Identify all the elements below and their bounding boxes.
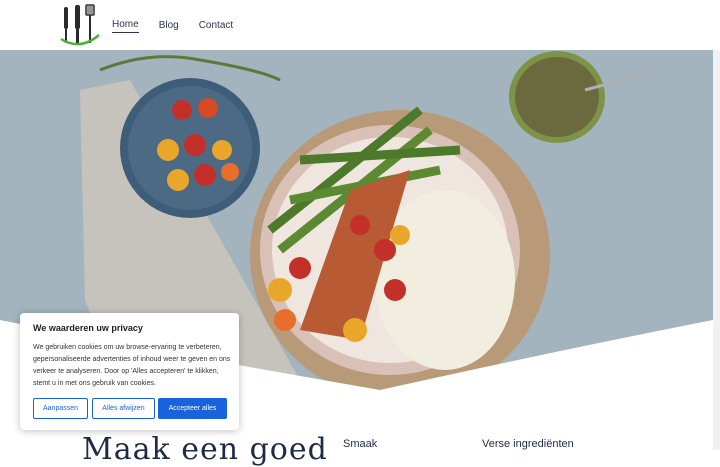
feature-smaak: Smaak: [343, 438, 378, 450]
nav-blog-link[interactable]: Blog: [159, 18, 179, 33]
nav-home-link[interactable]: Home: [112, 17, 139, 33]
tomato-bowl: [120, 78, 260, 218]
logo-cutlery-icon[interactable]: [58, 3, 102, 47]
reject-all-button[interactable]: Alles afwijzen: [92, 398, 155, 419]
page-scrollbar[interactable]: [713, 50, 720, 450]
cookie-consent-banner: We waarderen uw privacy We gebruiken coo…: [20, 313, 239, 430]
customize-button[interactable]: Aanpassen: [33, 398, 88, 419]
nav-contact-link[interactable]: Contact: [199, 18, 233, 33]
accept-all-button[interactable]: Accepteer alles: [158, 398, 227, 419]
cookie-description: We gebruiken cookies om uw browse-ervari…: [33, 344, 231, 387]
feature-verse-ingredienten: Verse ingrediënten: [482, 438, 574, 450]
main-nav: Home Blog Contact: [112, 0, 233, 50]
cookie-title: We waarderen uw privacy: [33, 323, 143, 333]
site-header: Home Blog Contact: [0, 0, 720, 50]
